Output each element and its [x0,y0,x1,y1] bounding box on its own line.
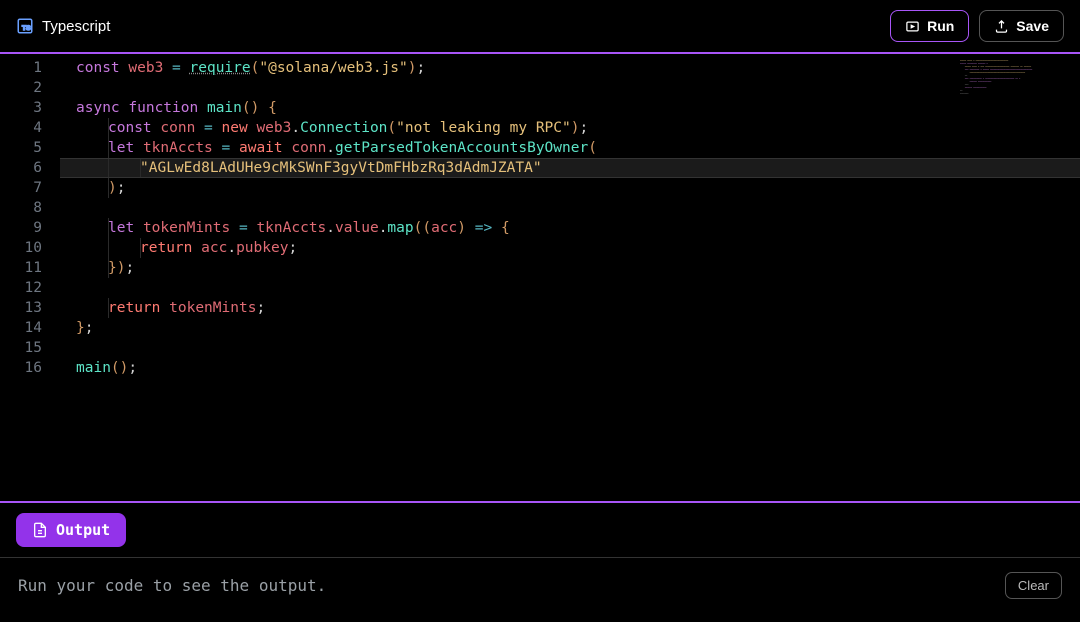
code-line[interactable]: let tknAccts = await conn.getParsedToken… [60,138,1080,158]
line-number: 15 [0,338,60,358]
line-number: 12 [0,278,60,298]
line-number: 13 [0,298,60,318]
save-button-label: Save [1016,18,1049,34]
typescript-icon: TS [16,17,34,35]
code-area[interactable]: const web3 = require("@solana/web3.js");… [60,58,1080,378]
line-number: 11 [0,258,60,278]
line-number: 6 [0,158,60,178]
document-icon [32,522,48,538]
output-placeholder: Run your code to see the output. [18,576,326,595]
output-panel: Run your code to see the output. Clear [0,558,1080,613]
language-label: Typescript [42,18,110,35]
code-line[interactable]: }); [60,258,1080,278]
code-line[interactable] [60,338,1080,358]
line-number: 14 [0,318,60,338]
clear-button[interactable]: Clear [1005,572,1062,599]
code-line[interactable]: const conn = new web3.Connection("not le… [60,118,1080,138]
line-number: 1 [0,58,60,78]
code-line[interactable]: }; [60,318,1080,338]
line-number: 2 [0,78,60,98]
line-number: 8 [0,198,60,218]
line-number: 5 [0,138,60,158]
output-tab-bar: Output [0,503,1080,557]
run-button[interactable]: Run [890,10,969,42]
language-indicator: TS Typescript [16,17,110,35]
line-number: 9 [0,218,60,238]
code-line[interactable]: return acc.pubkey; [60,238,1080,258]
save-button[interactable]: Save [979,10,1064,42]
code-line[interactable]: return tokenMints; [60,298,1080,318]
code-line[interactable]: async function main() { [60,98,1080,118]
code-line[interactable]: ); [60,178,1080,198]
code-line[interactable]: const web3 = require("@solana/web3.js"); [60,58,1080,78]
line-number-gutter: 12345678910111213141516 [0,58,60,378]
code-line[interactable] [60,198,1080,218]
header-actions: Run Save [890,10,1064,42]
line-number: 7 [0,178,60,198]
svg-text:TS: TS [22,25,31,32]
output-tab-label: Output [56,521,110,539]
output-tab[interactable]: Output [16,513,126,547]
editor-header: TS Typescript Run Save [0,0,1080,54]
clear-button-label: Clear [1018,578,1049,593]
code-line[interactable]: "AGLwEd8LAdUHe9cMkSWnF3gyVtDmFHbzRq3dAdm… [60,158,1080,178]
run-button-label: Run [927,18,954,34]
code-line[interactable] [60,278,1080,298]
line-number: 10 [0,238,60,258]
code-editor[interactable]: 12345678910111213141516 const web3 = req… [0,54,1080,501]
code-line[interactable] [60,78,1080,98]
play-icon [905,19,920,34]
line-number: 3 [0,98,60,118]
code-line[interactable]: main(); [60,358,1080,378]
code-line[interactable]: let tokenMints = tknAccts.value.map((acc… [60,218,1080,238]
line-number: 4 [0,118,60,138]
line-number: 16 [0,358,60,378]
upload-icon [994,19,1009,34]
